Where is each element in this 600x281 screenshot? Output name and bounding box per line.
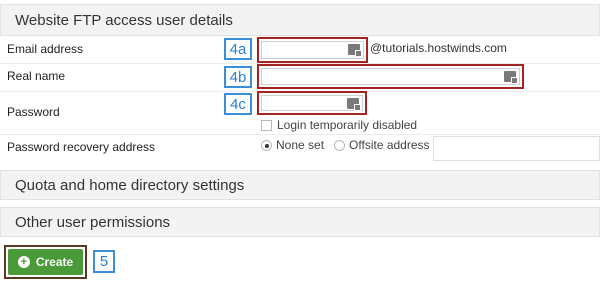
create-button[interactable]: + Create <box>8 249 83 275</box>
callout-4b: 4b <box>224 66 252 88</box>
create-label: Create <box>35 255 74 269</box>
ftp-details-header[interactable]: Website FTP access user details <box>0 4 600 36</box>
keyboard-icon[interactable] <box>504 71 518 84</box>
row-divider <box>0 134 600 135</box>
ftp-details-title: Website FTP access user details <box>15 11 233 29</box>
offsite-label: Offsite address <box>349 138 430 152</box>
recovery-options: None set Offsite address <box>261 138 430 152</box>
permissions-title: Other user permissions <box>15 213 171 231</box>
recovery-label: Password recovery address <box>7 140 156 154</box>
quota-header[interactable]: Quota and home directory settings <box>0 170 600 200</box>
callout-4c: 4c <box>224 93 252 115</box>
none-set-label: None set <box>276 138 325 152</box>
login-disabled-label: Login temporarily disabled <box>277 118 418 132</box>
quota-title: Quota and home directory settings <box>15 176 245 194</box>
keyboard-icon[interactable] <box>348 44 362 57</box>
real-name-input[interactable] <box>261 68 520 85</box>
keyboard-icon[interactable] <box>347 98 361 111</box>
callout-4a: 4a <box>224 38 252 60</box>
create-button-highlight: + Create <box>4 245 87 279</box>
offsite-radio[interactable] <box>334 139 346 151</box>
real-name-field-highlight <box>257 64 524 89</box>
plus-icon: + <box>17 256 30 268</box>
password-label: Password <box>7 105 60 119</box>
callout-5: 5 <box>93 250 115 273</box>
none-set-radio[interactable] <box>261 139 272 151</box>
real-name-label: Real name <box>7 69 66 83</box>
password-field-highlight <box>257 91 367 115</box>
email-field-highlight <box>257 37 368 63</box>
login-disabled-option[interactable]: Login temporarily disabled <box>261 118 417 132</box>
email-label: Email address <box>7 42 84 56</box>
email-domain: @tutorials.hostwinds.com <box>370 41 507 55</box>
permissions-header[interactable]: Other user permissions <box>0 207 600 237</box>
login-disabled-checkbox[interactable] <box>261 119 272 131</box>
offsite-address-input[interactable] <box>433 136 600 161</box>
